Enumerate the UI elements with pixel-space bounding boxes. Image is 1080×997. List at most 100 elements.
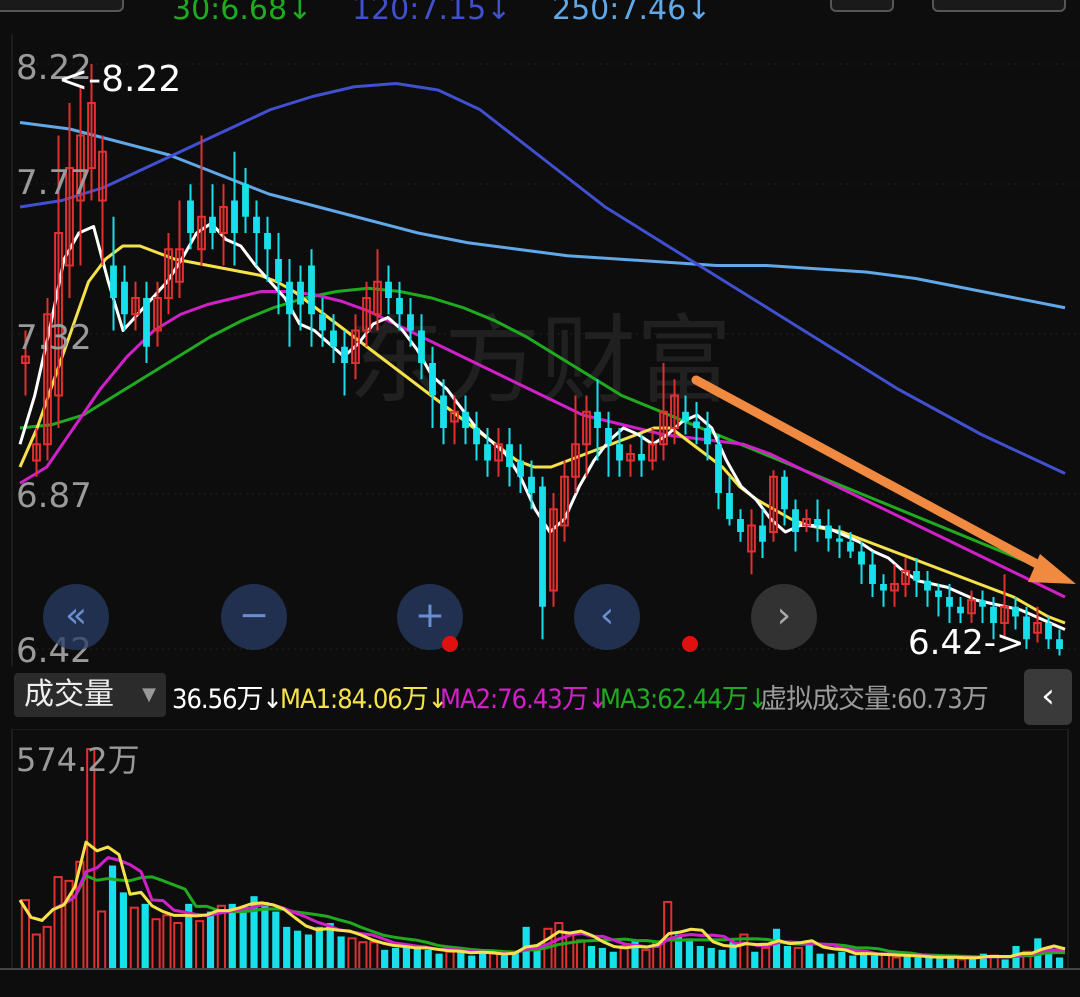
price-label-7.77: 7.77 <box>16 163 92 203</box>
candle-body-down <box>319 314 326 331</box>
top-left-button[interactable] <box>0 0 124 12</box>
volume-bar-down <box>228 903 236 969</box>
volume-header: 成交量 ▼ 36.56万↓ MA1:84.06万↓ MA2:76.43万↓ MA… <box>0 667 1080 729</box>
volume-bar-down <box>1055 957 1064 969</box>
volume-ma3: MA3:62.44万↓ <box>600 684 768 715</box>
candle-body-down <box>913 571 920 581</box>
volume-bar-down <box>718 949 726 969</box>
candle-body-down <box>594 411 601 428</box>
candle-body-down <box>880 584 887 591</box>
red-dot-1 <box>442 636 458 652</box>
candle-body-down <box>1045 623 1052 640</box>
volume-selector[interactable]: 成交量 ▼ <box>14 673 166 717</box>
volume-bar-down <box>849 955 857 969</box>
volume-bar-down <box>206 911 215 969</box>
volume-selector-label: 成交量 <box>24 677 114 712</box>
zoom-out-button[interactable]: − <box>221 584 287 650</box>
volume-bar-down <box>816 953 824 969</box>
volume-bar-down <box>381 949 389 969</box>
volume-bar-down <box>119 892 128 969</box>
volume-bar-down <box>936 958 944 969</box>
volume-bar-down <box>293 930 302 969</box>
price-chart[interactable]: 东方财富 8.22 7.77 7.32 6.87 6.42 <-8.22 6.4… <box>0 34 1080 666</box>
candle-body-down <box>110 265 117 298</box>
candle-body-down <box>957 606 964 614</box>
candle-body-down <box>385 281 392 298</box>
volume-max-label: 574.2万 <box>16 741 140 779</box>
volume-current: 36.56万↓ <box>172 684 283 715</box>
candle-body-down <box>121 281 128 315</box>
volume-bar-down <box>609 951 617 969</box>
rewind-button[interactable]: « <box>43 584 109 650</box>
collapse-button[interactable]: ‹ <box>1024 669 1072 725</box>
volume-bar-down <box>315 926 323 969</box>
next-button[interactable]: › <box>751 584 817 650</box>
candle-body-down <box>275 259 282 282</box>
volume-ma2: MA2:76.43万↓ <box>440 684 608 715</box>
volume-bar-down <box>925 957 933 969</box>
volume-bar-down <box>141 903 149 969</box>
candle-body-down <box>814 519 821 526</box>
candle-body-down <box>990 606 997 623</box>
candle-body-down <box>836 538 843 542</box>
candle-body-down <box>825 525 832 539</box>
volume-bar-down <box>435 953 443 969</box>
candle-body-down <box>462 411 469 428</box>
candle-body-down <box>726 493 733 519</box>
candle-body-down <box>407 314 414 331</box>
candle-body-down <box>286 281 293 315</box>
prev-button[interactable]: ‹ <box>574 584 640 650</box>
volume-bar-down <box>860 953 868 969</box>
volume-bar-down <box>468 955 476 969</box>
volume-chart[interactable]: 574.2万 <box>0 729 1080 997</box>
candle-body-down <box>264 233 271 250</box>
candle-body-down <box>429 363 436 396</box>
candle-body-down <box>253 216 260 233</box>
volume-bar-down <box>391 947 400 969</box>
candle-body-down <box>330 330 337 347</box>
red-dot-2 <box>682 636 698 652</box>
candle-body-down <box>539 486 546 607</box>
volume-bar-down <box>239 909 247 969</box>
candle-body-down <box>847 541 854 552</box>
candle-body-down <box>759 525 766 542</box>
candle-body-down <box>473 428 480 445</box>
volume-bar-down <box>272 911 280 969</box>
candle-body-down <box>297 281 304 305</box>
candle-body-down <box>858 551 865 565</box>
candle-body-down <box>484 444 491 461</box>
candle-body-down <box>946 597 953 607</box>
volume-bar-down <box>304 934 313 969</box>
price-label-7.32: 7.32 <box>16 318 92 358</box>
volume-bar-down <box>500 955 508 969</box>
volume-bar-down <box>598 947 606 969</box>
volume-bar-down <box>827 953 835 969</box>
volume-bar-down <box>337 936 345 969</box>
volume-bar-down <box>108 865 117 969</box>
candle-body-down <box>605 428 612 445</box>
volume-bar-down <box>914 957 922 969</box>
low-marker: 6.42-> <box>908 623 1024 663</box>
ma30-top-label: 30:6.68↓ <box>172 0 313 27</box>
candle-body-down <box>517 460 524 477</box>
volume-bar-down <box>968 957 977 969</box>
dropdown-triangle-icon: ▼ <box>142 684 156 705</box>
price-label-6.87: 6.87 <box>16 476 92 516</box>
top-right-button-1[interactable] <box>830 0 894 12</box>
volume-bar-down <box>772 928 781 969</box>
candle-body-down <box>528 476 535 493</box>
candle-body-down <box>341 346 348 363</box>
top-right-button-2[interactable] <box>932 0 1066 12</box>
candle-body-down <box>924 580 931 591</box>
volume-bar-down <box>261 901 269 969</box>
candle-body-down <box>440 395 447 428</box>
candle-body-down <box>308 265 315 315</box>
candle-body-down <box>737 519 744 532</box>
candle-body-down <box>979 600 986 607</box>
candle-body-down <box>715 444 722 493</box>
volume-bar-down <box>696 946 704 969</box>
high-marker: <-8.22 <box>58 59 181 100</box>
candle-body-down <box>616 444 623 461</box>
volume-bar-down <box>838 951 846 969</box>
volume-bar-down <box>1001 959 1009 969</box>
